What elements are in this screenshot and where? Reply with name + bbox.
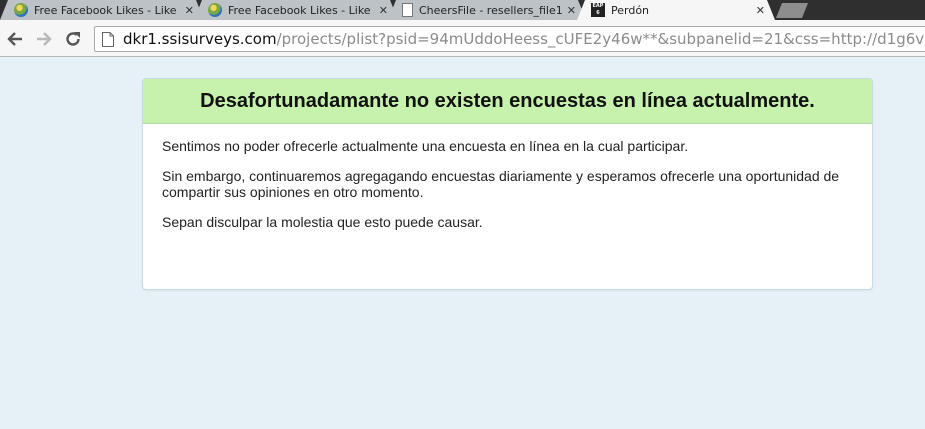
message-title: Desafortunadamante no existen encuestas … [200,89,815,112]
message-paragraph: Sentimos no poder ofrecerle actualmente … [162,138,689,154]
new-tab-button[interactable] [776,3,808,18]
url-path: /projects/plist?psid=94mUddoHeess_cUFE2y… [276,30,925,48]
tab-title: Free Facebook Likes - Like [228,3,371,17]
reload-button[interactable] [63,29,83,49]
eap-icon: EAP 6 [591,3,605,17]
browser-toolbar: dkr1.ssisurveys.com/projects/plist?psid=… [0,20,925,57]
tab-close-icon[interactable]: ✕ [379,4,388,17]
tab-title: Perdón [611,3,650,17]
message-paragraph: Sin embargo, continuaremos agregagando e… [162,168,840,200]
browser-tab[interactable]: Free Facebook Likes - Like ✕ [194,0,398,20]
url-text: dkr1.ssisurveys.com/projects/plist?psid=… [123,30,925,48]
forward-button[interactable] [34,29,54,49]
page-icon [102,31,114,47]
forward-arrow-icon [37,32,52,46]
tab-close-icon[interactable]: ✕ [567,4,576,17]
document-icon [402,3,413,17]
tab-title: Free Facebook Likes - Like [34,3,177,17]
browser-tab[interactable]: CheersFile - resellers_file1 ✕ [388,0,586,20]
back-button[interactable] [5,29,25,49]
back-arrow-icon [7,32,22,46]
panel-body: Sentimos no poder ofrecerle actualmente … [143,124,872,230]
message-panel: Desafortunadamante no existen encuestas … [142,78,873,290]
browser-tab-active[interactable]: EAP 6 Perdón ✕ [577,0,775,20]
tab-strip: Free Facebook Likes - Like ✕ Free Facebo… [0,0,925,20]
message-paragraph: Sepan disculpar la molestia que esto pue… [162,214,483,230]
reload-icon [66,32,80,46]
address-bar[interactable]: dkr1.ssisurveys.com/projects/plist?psid=… [94,26,925,52]
globe-icon [208,3,222,17]
tab-title: CheersFile - resellers_file1 [419,3,563,17]
panel-header: Desafortunadamante no existen encuestas … [143,79,872,124]
browser-tab[interactable]: Free Facebook Likes - Like ✕ [0,0,204,20]
tab-close-icon[interactable]: ✕ [185,4,194,17]
tab-close-icon[interactable]: ✕ [756,4,765,17]
url-host: dkr1.ssisurveys.com [123,30,277,48]
globe-icon [14,3,28,17]
